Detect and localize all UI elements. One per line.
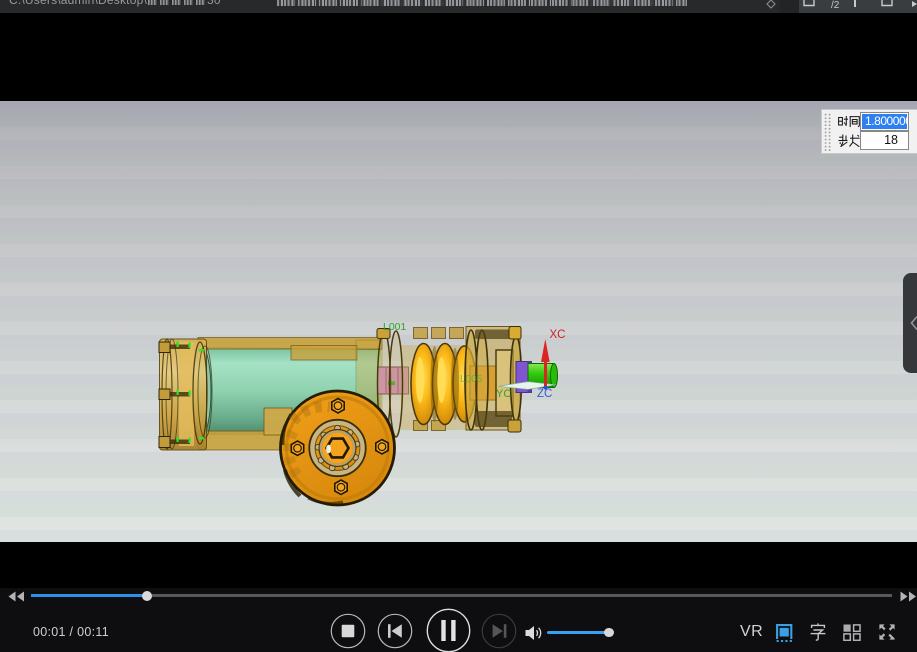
svg-text:ZC: ZC — [537, 388, 552, 400]
svg-text:L005: L005 — [460, 374, 483, 385]
svg-text:XC: XC — [550, 329, 566, 341]
svg-text:/2: /2 — [831, 0, 840, 11]
svg-text:L001: L001 — [383, 321, 407, 333]
svg-text:YC: YC — [496, 388, 511, 400]
